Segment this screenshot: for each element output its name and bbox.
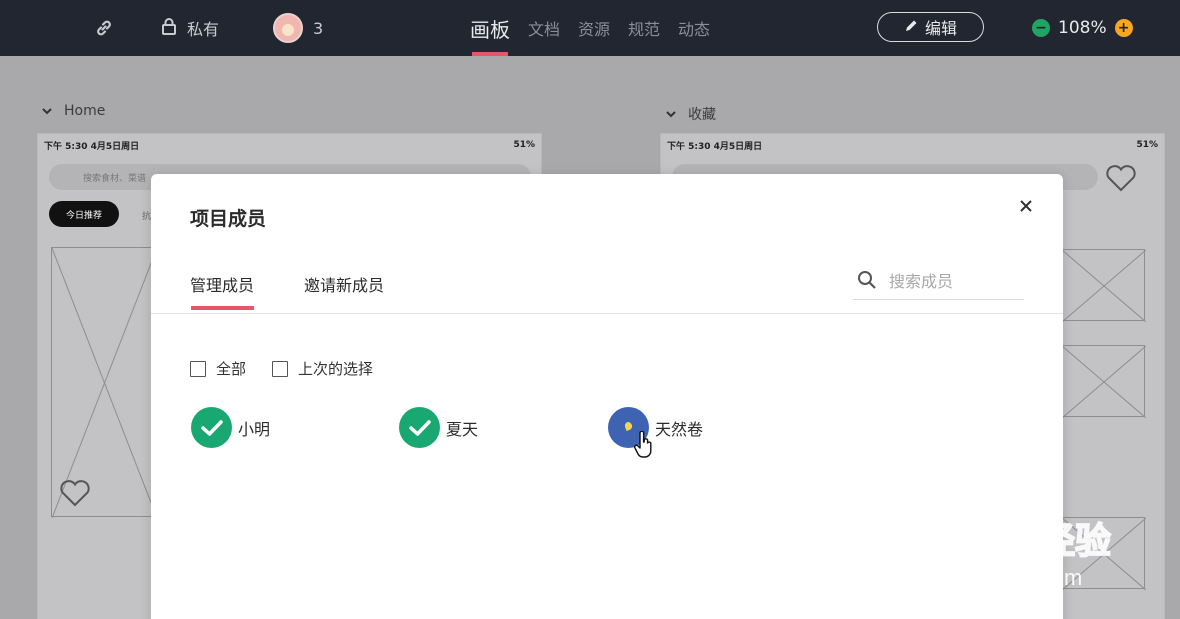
image-placeholder — [1061, 345, 1147, 419]
chevron-down-icon — [42, 103, 52, 119]
link-icon[interactable] — [94, 0, 114, 56]
top-toolbar: 私有 3 画板 文档 资源 规范 动态 编辑 − 108% + — [0, 0, 1180, 56]
image-placeholder — [51, 247, 158, 519]
member-name: 夏天 — [446, 419, 479, 439]
search-input[interactable] — [889, 272, 1019, 291]
svg-text:jingyan.baidu.com: jingyan.baidu.com — [904, 565, 1082, 590]
member-item[interactable]: 夏天 — [399, 407, 478, 448]
filter-all[interactable]: 全部 — [190, 358, 246, 379]
dialog-title: 项目成员 — [190, 208, 267, 230]
privacy-label: 私有 — [187, 20, 220, 39]
member-name: 小明 — [238, 419, 271, 439]
zoom-level: 108% — [1058, 18, 1107, 38]
section-home[interactable]: Home — [42, 103, 105, 119]
status-battery: 51% — [1136, 140, 1158, 150]
tab-documents[interactable]: 文档 — [528, 16, 560, 40]
section-label: 收藏 — [688, 107, 716, 123]
edit-label: 编辑 — [924, 19, 957, 38]
lock-icon — [161, 17, 177, 39]
close-icon[interactable] — [1016, 196, 1036, 216]
member-item[interactable]: 小明 — [191, 407, 270, 448]
check-icon — [191, 407, 232, 448]
recommend-pill: 今日推荐 — [49, 201, 119, 227]
filter-label: 全部 — [216, 360, 247, 378]
pencil-icon — [904, 18, 919, 37]
zoom-out-icon[interactable]: − — [1032, 19, 1050, 37]
check-icon — [399, 407, 440, 448]
status-bar: 下午 5:30 4月5日周日 51% — [661, 134, 1164, 156]
checkbox[interactable] — [272, 360, 288, 377]
status-time: 下午 5:30 4月5日周日 — [667, 141, 763, 152]
hand-cursor-icon — [634, 430, 654, 463]
divider — [151, 313, 1063, 314]
checkbox[interactable] — [190, 360, 206, 377]
status-battery: 51% — [513, 140, 535, 150]
tab-activity[interactable]: 动态 — [678, 16, 710, 40]
section-label: Home — [64, 103, 106, 119]
filter-last-selection[interactable]: 上次的选择 — [272, 358, 373, 379]
tab-invite-members[interactable]: 邀请新成员 — [304, 272, 384, 296]
heart-icon — [1105, 164, 1137, 196]
main-tabs: 画板 文档 资源 规范 动态 — [470, 0, 710, 56]
project-members-button[interactable]: 3 — [273, 0, 323, 56]
search-placeholder: 搜索食材、菜谱 — [83, 173, 147, 184]
zoom-in-icon[interactable]: + — [1114, 19, 1133, 37]
svg-text:du: du — [983, 518, 1032, 562]
svg-text:Bai: Bai — [905, 515, 970, 562]
filter-label: 上次的选择 — [298, 360, 374, 378]
member-search — [853, 264, 1024, 300]
edit-button[interactable]: 编辑 — [877, 12, 984, 42]
avatar — [273, 13, 303, 43]
tab-canvas[interactable]: 画板 — [470, 0, 510, 56]
category-label: 抗 — [142, 212, 152, 222]
status-bar: 下午 5:30 4月5日周日 51% — [38, 134, 541, 156]
search-icon — [857, 270, 877, 294]
privacy-toggle[interactable]: 私有 — [161, 0, 219, 56]
member-count: 3 — [313, 18, 324, 38]
heart-icon — [59, 479, 91, 511]
svg-text:经验: 经验 — [1039, 521, 1111, 562]
zoom-control: − 108% + — [1032, 0, 1133, 56]
image-placeholder — [1061, 249, 1147, 323]
tab-manage-members[interactable]: 管理成员 — [190, 272, 255, 310]
baidu-jingyan-watermark: Bai du 经验 jingyan.baidu.com — [903, 493, 1123, 597]
section-favorites[interactable]: 收藏 — [666, 104, 716, 124]
status-time: 下午 5:30 4月5日周日 — [44, 141, 140, 152]
tab-resources[interactable]: 资源 — [578, 16, 610, 40]
member-name: 天然卷 — [655, 419, 704, 439]
chevron-down-icon — [666, 106, 676, 122]
tab-specs[interactable]: 规范 — [628, 16, 660, 40]
member-item[interactable]: 天然卷 — [608, 407, 703, 448]
